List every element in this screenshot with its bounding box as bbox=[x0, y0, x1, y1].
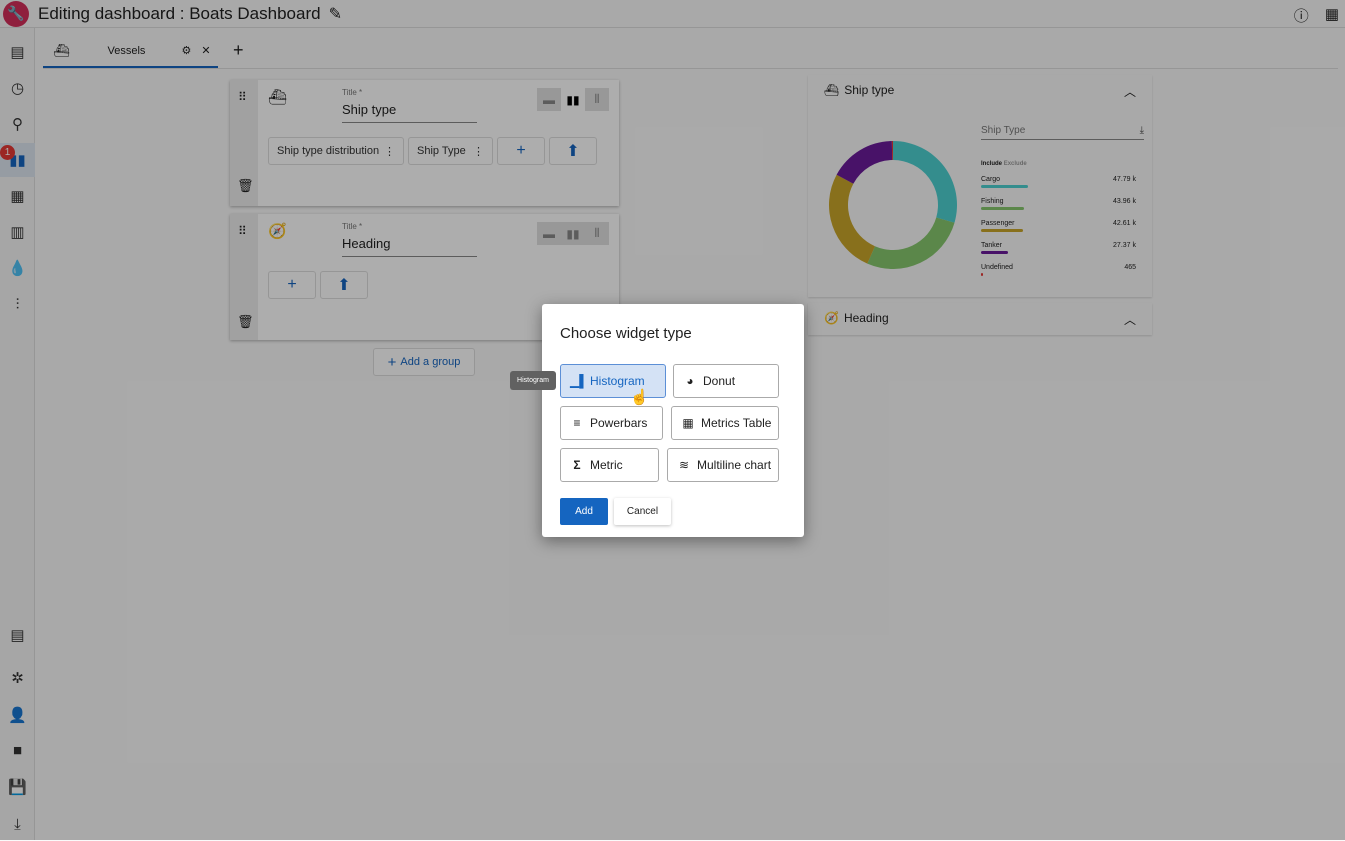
powerbars-option[interactable]: ≡ Powerbars bbox=[560, 406, 663, 440]
metrics-table-option[interactable]: ▦ Metrics Table bbox=[671, 406, 779, 440]
metric-option[interactable]: Σ Metric bbox=[560, 448, 659, 482]
cursor-hand-icon: ☝ bbox=[630, 389, 649, 406]
histogram-option[interactable]: ▁▌ Histogram bbox=[560, 364, 666, 398]
histogram-icon: ▁▌ bbox=[570, 374, 588, 388]
add-button[interactable]: Add bbox=[560, 498, 608, 525]
dialog-title: Choose widget type bbox=[560, 325, 692, 342]
calculator-icon: ▦ bbox=[682, 416, 694, 430]
donut-icon: ◕ bbox=[686, 374, 694, 388]
multiline-chart-option[interactable]: ≋ Multiline chart bbox=[667, 448, 779, 482]
cancel-button[interactable]: Cancel bbox=[614, 498, 671, 525]
powerbars-icon: ≡ bbox=[573, 416, 581, 430]
tooltip: Histogram bbox=[510, 371, 556, 390]
sigma-icon: Σ bbox=[573, 458, 581, 472]
waves-icon: ≋ bbox=[678, 458, 690, 472]
choose-widget-dialog: Choose widget type ▁▌ Histogram ◕ Donut ≡ P… bbox=[542, 304, 804, 537]
donut-option[interactable]: ◕ Donut bbox=[673, 364, 779, 398]
